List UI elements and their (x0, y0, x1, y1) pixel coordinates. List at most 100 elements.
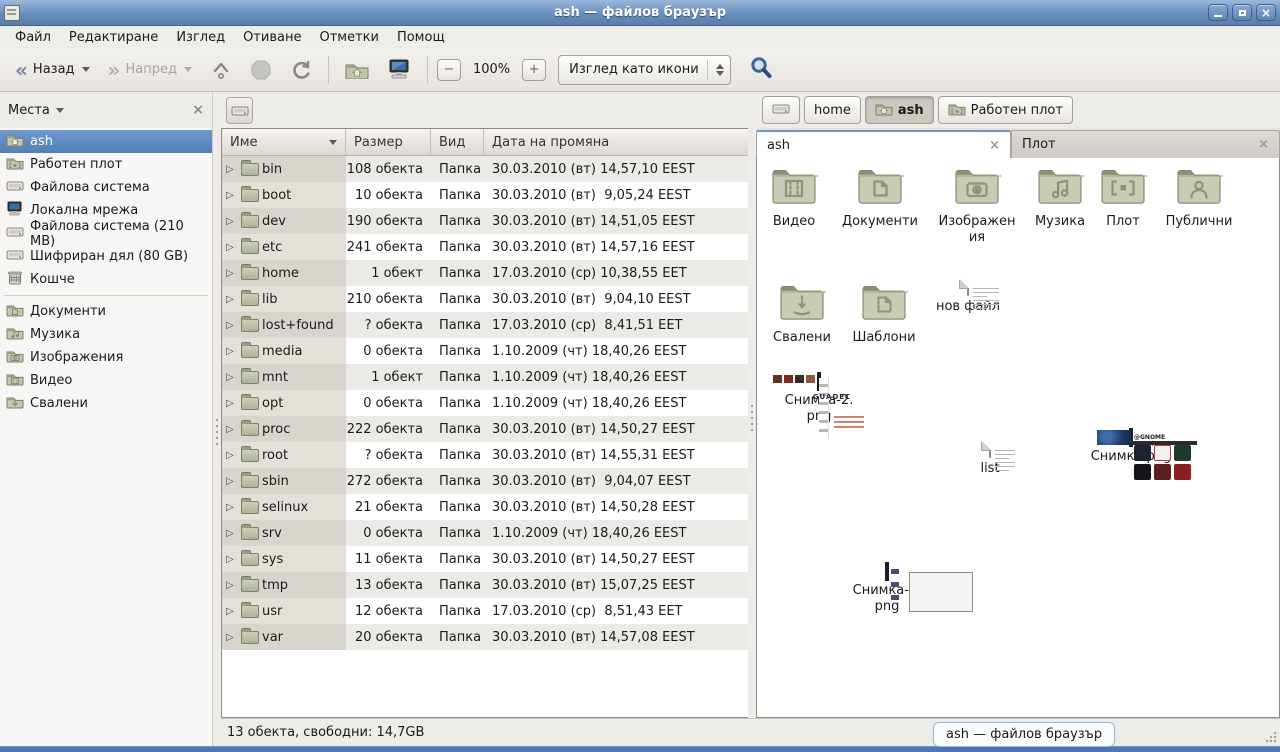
table-row[interactable]: ▷ bin 108 обекта Папка 30.03.2010 (вт) 1… (222, 156, 748, 182)
table-row[interactable]: ▷ lost+found ? обекта Папка 17.03.2010 (… (222, 312, 748, 338)
table-row[interactable]: ▷ etc 241 обекта Папка 30.03.2010 (вт) 1… (222, 234, 748, 260)
sidebar-item[interactable]: Кошче (0, 268, 212, 291)
back-button[interactable]: « Назад (8, 57, 97, 82)
expander-icon[interactable]: ▷ (226, 580, 238, 591)
column-header-type[interactable]: Вид (431, 129, 484, 155)
table-row[interactable]: ▷ media 0 обекта Папка 1.10.2009 (чт) 18… (222, 338, 748, 364)
restore-button[interactable] (1232, 4, 1252, 21)
icon-view-item[interactable]: Свалени (766, 284, 838, 346)
table-row[interactable]: ▷ root ? обекта Папка 30.03.2010 (вт) 14… (222, 442, 748, 468)
icon-view[interactable]: Видео Документи Изображен ия Музика Плот… (756, 158, 1280, 718)
column-header-modified[interactable]: Дата на промяна (484, 129, 748, 155)
menu-item-5[interactable]: Отметки (310, 28, 387, 47)
sidebar-item[interactable]: Файлова система (210 MB) (0, 222, 212, 245)
expander-icon[interactable]: ▷ (226, 268, 238, 279)
tab[interactable]: ash × (756, 130, 1011, 158)
table-row[interactable]: ▷ sys 11 обекта Папка 30.03.2010 (вт) 14… (222, 546, 748, 572)
icon-view-item[interactable]: Публични (1162, 168, 1236, 230)
sidebar-item[interactable]: ash (0, 130, 212, 153)
sidebar-splitter[interactable] (213, 92, 221, 746)
menu-item-4[interactable]: Отиване (234, 28, 310, 47)
icon-view-item[interactable]: list (955, 442, 1025, 477)
resize-grip[interactable] (1265, 731, 1277, 743)
sidebar-item[interactable]: Видео (0, 369, 212, 392)
path-button[interactable]: ash (865, 96, 934, 124)
expander-icon[interactable]: ▷ (226, 164, 238, 175)
tab[interactable]: Плот × (1011, 130, 1280, 158)
icon-view-item[interactable]: нов файл (931, 280, 1005, 315)
table-row[interactable]: ▷ sbin 272 обекта Папка 30.03.2010 (вт) … (222, 468, 748, 494)
home-button[interactable] (338, 55, 376, 84)
icon-view-item[interactable]: GUADEC Снимка-2. png (765, 374, 873, 426)
icon-view-item[interactable]: Шаблони (848, 284, 920, 346)
chevron-down-icon[interactable] (56, 108, 64, 113)
expander-icon[interactable]: ▷ (226, 242, 238, 253)
sidebar-item[interactable]: Свалени (0, 392, 212, 415)
icon-view-item[interactable]: Музика (1024, 168, 1096, 230)
icon-view-item[interactable]: Документи (842, 168, 918, 230)
sidebar-title[interactable]: Места (8, 103, 50, 118)
expander-icon[interactable]: ▷ (226, 632, 238, 643)
tab-close-icon[interactable]: × (989, 138, 1000, 153)
table-row[interactable]: ▷ dev 190 обекта Папка 30.03.2010 (вт) 1… (222, 208, 748, 234)
sidebar-item[interactable]: Файлова система (0, 176, 212, 199)
expander-icon[interactable]: ▷ (226, 502, 238, 513)
expander-icon[interactable]: ▷ (226, 476, 238, 487)
table-row[interactable]: ▷ selinux 21 обекта Папка 30.03.2010 (вт… (222, 494, 748, 520)
menu-item-2[interactable]: Редактиране (60, 28, 167, 47)
table-row[interactable]: ▷ usr 12 обекта Папка 17.03.2010 (ср) 8,… (222, 598, 748, 624)
table-row[interactable]: ▷ opt 0 обекта Папка 1.10.2009 (чт) 18,4… (222, 390, 748, 416)
pane-splitter[interactable] (748, 92, 756, 718)
sidebar-close-icon[interactable]: × (192, 102, 204, 118)
table-row[interactable]: ▷ home 1 обект Папка 17.03.2010 (ср) 10,… (222, 260, 748, 286)
up-button[interactable] (203, 55, 239, 85)
expander-icon[interactable]: ▷ (226, 450, 238, 461)
menu-item-3[interactable]: Изглед (167, 28, 234, 47)
expander-icon[interactable]: ▷ (226, 190, 238, 201)
path-button[interactable] (762, 96, 800, 124)
expander-icon[interactable]: ▷ (226, 346, 238, 357)
expander-icon[interactable]: ▷ (226, 528, 238, 539)
view-mode-select[interactable]: Изглед като икони (558, 55, 731, 85)
icon-view-item[interactable]: Снимка-1. png (831, 564, 943, 616)
expander-icon[interactable]: ▷ (226, 216, 238, 227)
zoom-in-button[interactable]: + (522, 59, 546, 81)
expander-icon[interactable]: ▷ (226, 554, 238, 565)
back-dropdown-icon[interactable] (82, 67, 90, 72)
column-header-name[interactable]: Име (222, 129, 346, 155)
expander-icon[interactable]: ▷ (226, 424, 238, 435)
icon-view-item[interactable]: @GNOME Store Снимка.png (1075, 430, 1187, 465)
sidebar-item[interactable]: Документи (0, 300, 212, 323)
sidebar-item[interactable]: Работен плот (0, 153, 212, 176)
sidebar-item[interactable]: Шифриран дял (80 GB) (0, 245, 212, 268)
table-row[interactable]: ▷ srv 0 обекта Папка 1.10.2009 (чт) 18,4… (222, 520, 748, 546)
expander-icon[interactable]: ▷ (226, 606, 238, 617)
table-row[interactable]: ▷ var 20 обекта Папка 30.03.2010 (вт) 14… (222, 624, 748, 650)
tab-close-icon[interactable]: × (1258, 137, 1269, 152)
sidebar-item[interactable]: Изображения (0, 346, 212, 369)
minimize-button[interactable] (1208, 4, 1228, 21)
taskbar-window-button[interactable]: ash — файлов браузър (933, 722, 1115, 747)
view-mode-spinner-icon[interactable] (716, 64, 724, 76)
reload-button[interactable] (283, 54, 319, 86)
icon-view-item[interactable]: Плот (1092, 168, 1154, 230)
computer-button[interactable] (380, 54, 418, 85)
close-button[interactable]: × (1256, 4, 1276, 21)
menu-item-1[interactable]: Файл (6, 28, 60, 47)
expander-icon[interactable]: ▷ (226, 294, 238, 305)
stop-button[interactable] (243, 54, 279, 86)
forward-button[interactable]: » Напред (101, 57, 199, 82)
table-row[interactable]: ▷ lib 210 обекта Папка 30.03.2010 (вт) 9… (222, 286, 748, 312)
icon-view-item[interactable]: Изображен ия (937, 168, 1017, 247)
table-row[interactable]: ▷ mnt 1 обект Папка 1.10.2009 (чт) 18,40… (222, 364, 748, 390)
sidebar-item[interactable]: Музика (0, 323, 212, 346)
path-button[interactable]: home (804, 96, 861, 124)
expander-icon[interactable]: ▷ (226, 398, 238, 409)
table-row[interactable]: ▷ tmp 13 обекта Папка 30.03.2010 (вт) 15… (222, 572, 748, 598)
zoom-out-button[interactable]: − (437, 59, 461, 81)
search-button[interactable] (745, 52, 777, 88)
column-header-size[interactable]: Размер (346, 129, 431, 155)
path-button[interactable]: Работен плот (938, 96, 1073, 124)
table-row[interactable]: ▷ boot 10 обекта Папка 30.03.2010 (вт) 9… (222, 182, 748, 208)
expander-icon[interactable]: ▷ (226, 372, 238, 383)
